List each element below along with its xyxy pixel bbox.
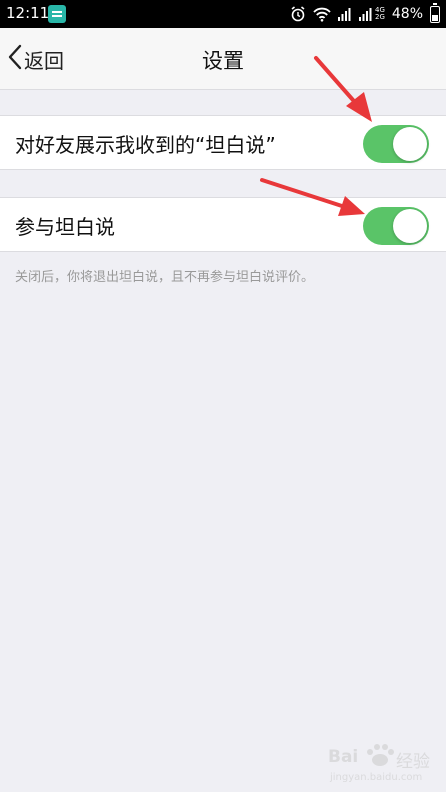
status-icons: 4G 2G 48% <box>290 2 440 24</box>
participate-toggle[interactable] <box>363 207 429 245</box>
nav-bar: 返回 设置 <box>0 28 446 90</box>
participate-footnote: 关闭后，你将退出坦白说，且不再参与坦白说评价。 <box>15 270 315 285</box>
watermark-brand: Bai <box>328 747 359 767</box>
setting-label-show-to-friends: 对好友展示我收到的“坦白说” <box>15 133 276 157</box>
page-title: 设置 <box>202 49 244 73</box>
setting-row-participate: 参与坦白说 <box>0 197 446 252</box>
setting-row-show-to-friends: 对好友展示我收到的“坦白说” <box>0 115 446 170</box>
signal-icon <box>337 7 352 21</box>
watermark-service: 经验 <box>396 752 430 772</box>
app-notification-icon <box>48 5 66 23</box>
wifi-icon <box>313 7 331 22</box>
battery-icon <box>430 2 440 23</box>
alarm-icon <box>290 6 306 22</box>
battery-percent: 48% <box>391 6 423 22</box>
status-time: 12:11 <box>6 4 50 22</box>
status-bar: 12:11 4G 2G 48% <box>0 0 446 28</box>
show-to-friends-toggle[interactable] <box>363 125 429 163</box>
network-type-label: 4G 2G <box>375 7 385 21</box>
toggle-knob <box>393 127 427 161</box>
baidu-watermark: Bai 经验 jingyan.baidu.com <box>328 738 446 788</box>
dual-signal-icon: 4G 2G <box>358 7 385 21</box>
watermark-url: jingyan.baidu.com <box>330 772 423 783</box>
battery-fill <box>432 14 438 21</box>
network-type-bottom: 2G <box>374 13 385 21</box>
toggle-knob <box>393 209 427 243</box>
setting-label-participate: 参与坦白说 <box>15 215 115 239</box>
paw-logo-icon <box>367 744 394 766</box>
